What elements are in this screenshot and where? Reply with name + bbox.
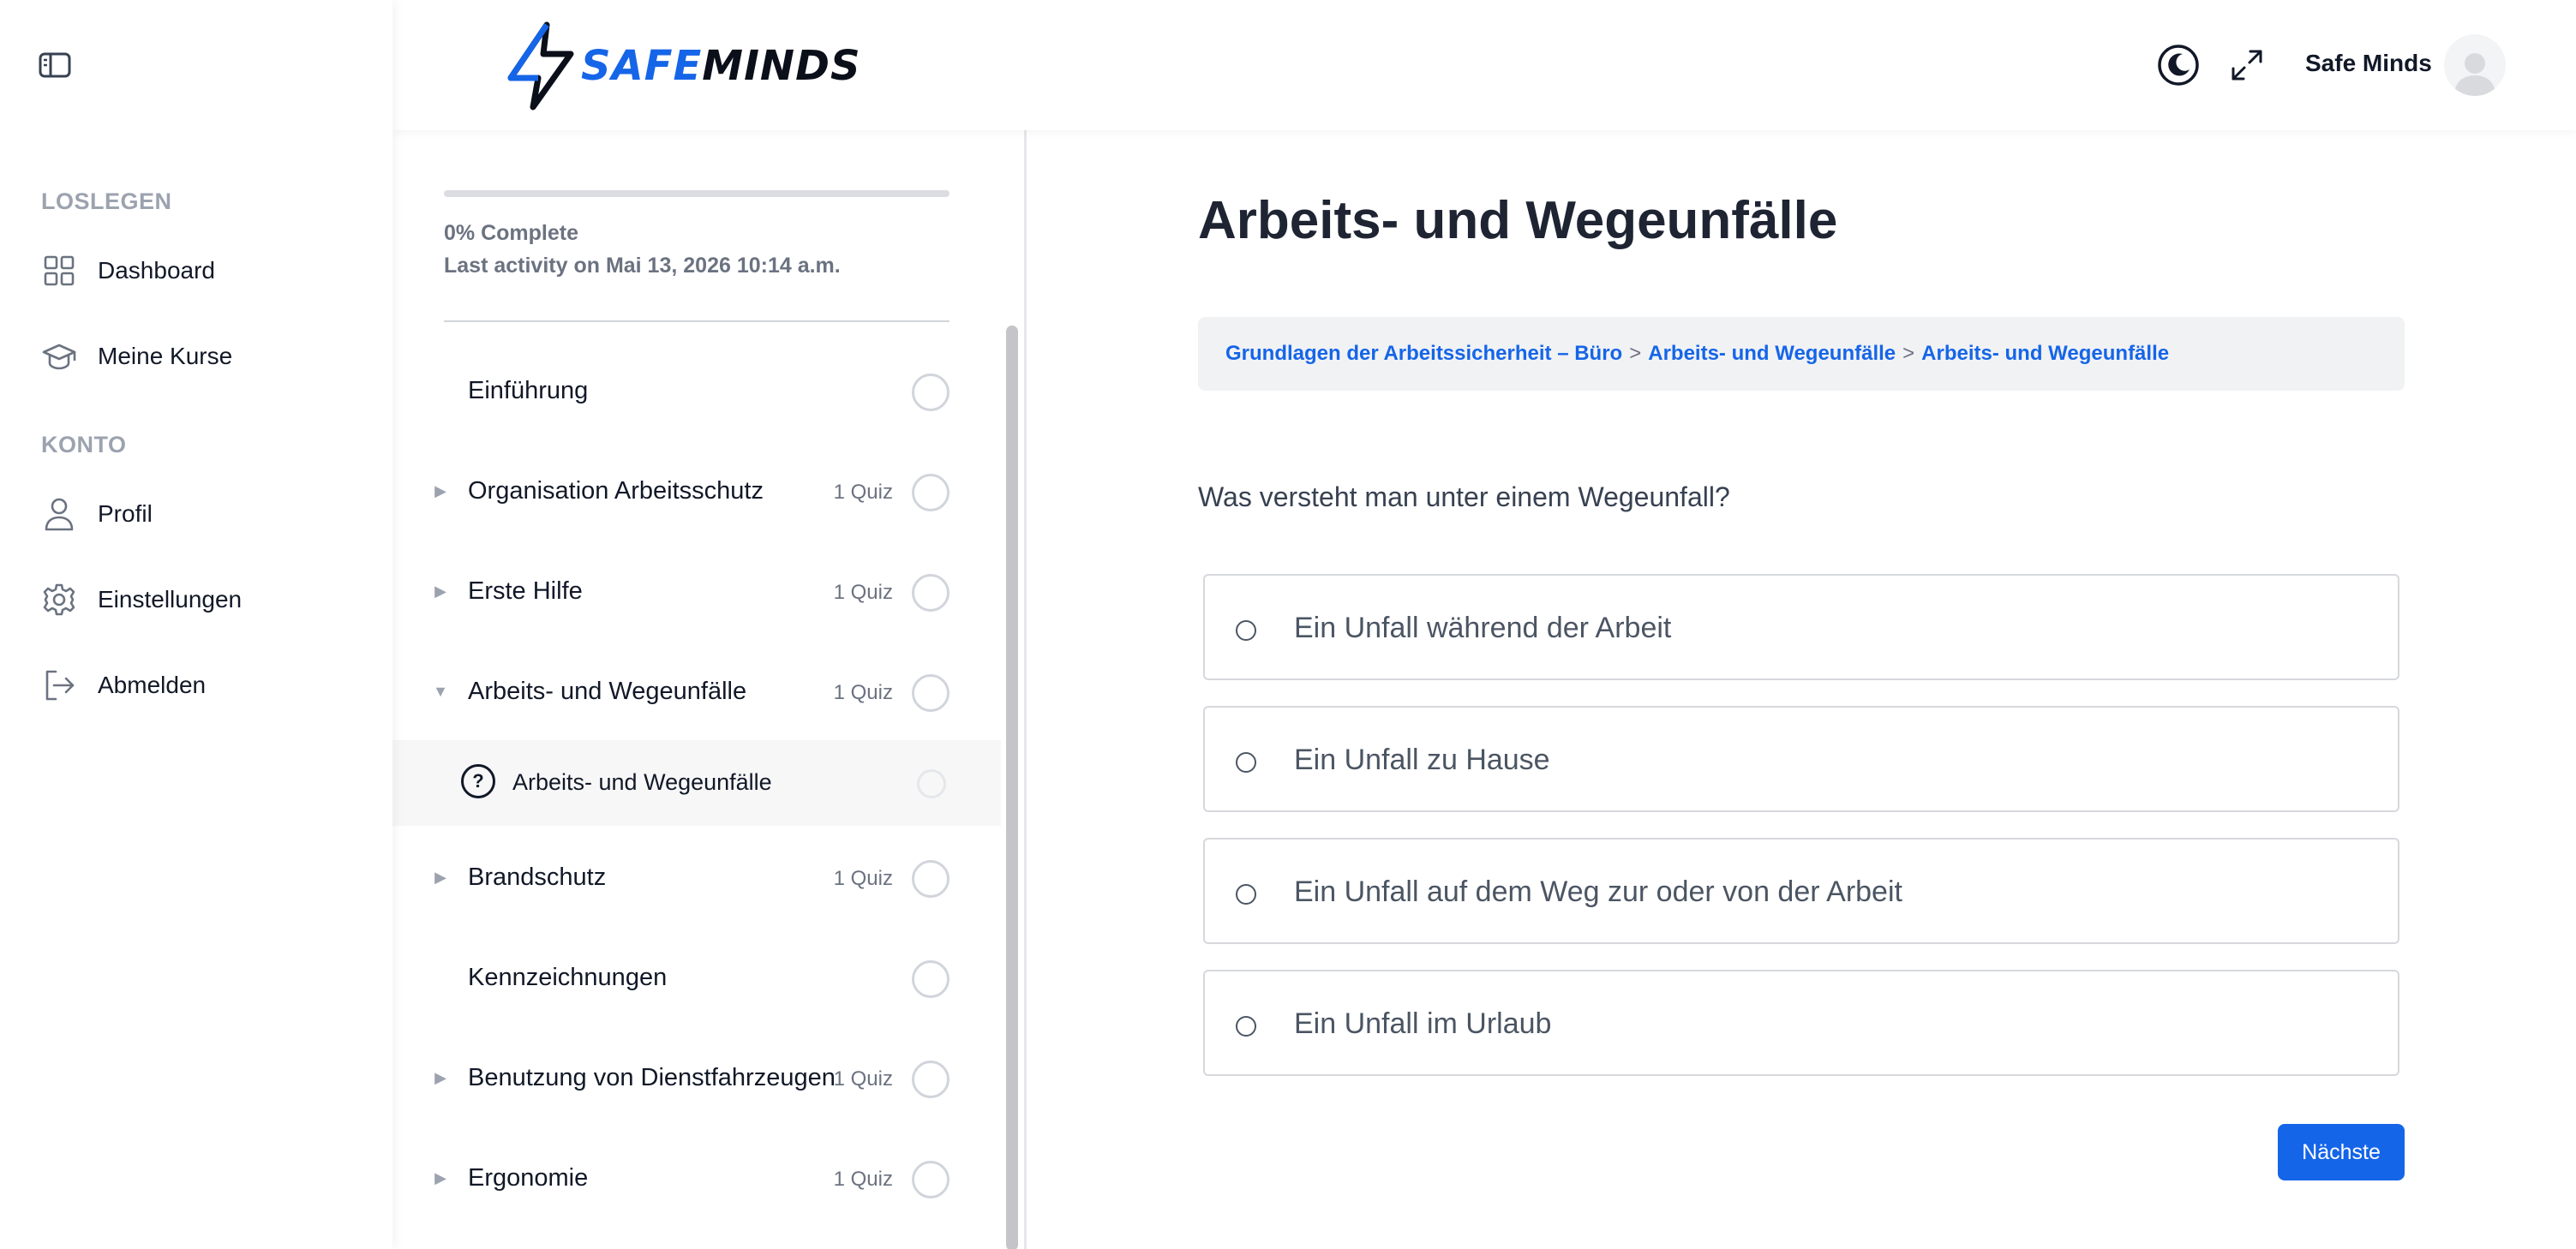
user-avatar-icon[interactable] — [2444, 34, 2506, 96]
caret-right-icon[interactable]: ▶ — [430, 867, 451, 887]
moon-icon[interactable] — [2156, 43, 2201, 87]
answer-option-2[interactable]: Ein Unfall zu Hause — [1203, 706, 2399, 812]
completion-status-icon — [912, 1061, 950, 1098]
nav-section-loslegen: LOSLEGEN — [41, 188, 172, 214]
gear-icon — [41, 582, 77, 618]
breadcrumb-link-quiz[interactable]: Arbeits- und Wegeunfälle — [1921, 342, 2169, 366]
completion-status-icon — [912, 1161, 950, 1198]
outline-item-brandschutz[interactable]: ▶ Brandschutz 1 Quiz — [392, 845, 1001, 913]
sidebar-item-label: Einstellungen — [98, 586, 243, 613]
completion-status-icon — [912, 674, 950, 712]
answer-option-1[interactable]: Ein Unfall während der Arbeit — [1203, 574, 2399, 680]
sidebar-item-label: Profil — [98, 500, 153, 527]
caret-right-icon[interactable]: ▶ — [430, 1067, 451, 1088]
quiz-count: 1 Quiz — [833, 581, 893, 604]
outline-item-title: Organisation Arbeitsschutz — [468, 477, 764, 505]
caret-right-icon[interactable]: ▶ — [430, 481, 451, 501]
lightning-logo-icon — [507, 21, 574, 111]
outline-item-title: Kennzeichnungen — [468, 964, 668, 991]
breadcrumb-separator: > — [1629, 342, 1642, 365]
outline-item-arbeits-und-wegeunfaelle[interactable]: ▼ Arbeits- und Wegeunfälle 1 Quiz — [392, 659, 1001, 727]
course-progress-bar — [444, 190, 950, 197]
outline-item-title: Einführung — [468, 377, 589, 404]
answer-option-3[interactable]: Ein Unfall auf dem Weg zur oder von der … — [1203, 838, 2399, 944]
completion-status-icon — [912, 374, 950, 411]
next-button[interactable]: Nächste — [2278, 1124, 2405, 1180]
logout-icon — [41, 667, 77, 703]
breadcrumb-link-lesson[interactable]: Arbeits- und Wegeunfälle — [1648, 342, 1896, 366]
caret-down-icon[interactable]: ▼ — [430, 681, 451, 702]
quiz-question: Was versteht man unter einem Wegeunfall? — [1198, 481, 1730, 512]
nav-section-konto: KONTO — [41, 432, 127, 457]
user-name[interactable]: Safe Minds — [2305, 50, 2432, 77]
radio-button[interactable] — [1236, 620, 1256, 641]
course-outline-panel: 0% Complete Last activity on Mai 13, 202… — [392, 130, 1027, 1249]
caret-right-icon[interactable]: ▶ — [430, 1168, 451, 1188]
user-icon — [41, 496, 77, 532]
sidebar-item-einstellungen[interactable]: Einstellungen — [41, 574, 367, 625]
outline-item-einfuehrung[interactable]: Einführung — [392, 358, 1001, 427]
outline-item-title: Erste Hilfe — [468, 577, 583, 605]
answer-option-4[interactable]: Ein Unfall im Urlaub — [1203, 970, 2399, 1076]
expand-icon[interactable] — [2225, 43, 2269, 87]
outline-item-title: Ergonomie — [468, 1164, 589, 1192]
breadcrumb-link-course[interactable]: Grundlagen der Arbeitssicherheit – Büro — [1225, 342, 1622, 366]
outline-item-ergonomie[interactable]: ▶ Ergonomie 1 Quiz — [392, 1145, 1001, 1214]
outline-item-title: Brandschutz — [468, 864, 607, 891]
outline-subitem-title: Arbeits- und Wegeunfälle — [512, 769, 772, 795]
sidebar-item-abmelden[interactable]: Abmelden — [41, 660, 367, 711]
sidebar-item-profil[interactable]: Profil — [41, 488, 367, 540]
completion-status-icon — [912, 574, 950, 612]
outline-subitem-active-quiz[interactable]: ? Arbeits- und Wegeunfälle — [392, 740, 1001, 826]
sidebar-toggle-icon[interactable] — [38, 51, 72, 79]
quiz-count: 1 Quiz — [833, 1067, 893, 1091]
outline-item-erste-hilfe[interactable]: ▶ Erste Hilfe 1 Quiz — [392, 559, 1001, 627]
outline-item-title: Benutzung von Dienstfahrzeugen — [468, 1064, 836, 1091]
answer-text: Ein Unfall während der Arbeit — [1294, 612, 1672, 644]
caret-right-icon[interactable]: ▶ — [430, 581, 451, 601]
quiz-count: 1 Quiz — [833, 481, 893, 504]
outline-item-kennzeichnungen[interactable]: Kennzeichnungen — [392, 945, 1001, 1013]
radio-button[interactable] — [1236, 752, 1256, 773]
sidebar-item-dashboard[interactable]: Dashboard — [41, 245, 367, 296]
quiz-count: 1 Quiz — [833, 1168, 893, 1191]
completion-status-icon — [917, 769, 946, 798]
logo-text-minds: MINDS — [702, 42, 861, 90]
sidebar-item-label: Meine Kurse — [98, 343, 233, 369]
outline-item-dienstfahrzeuge[interactable]: ▶ Benutzung von Dienstfahrzeugen 1 Quiz — [392, 1045, 1001, 1114]
graduation-cap-icon — [41, 338, 77, 374]
sidebar-item-meine-kurse[interactable]: Meine Kurse — [41, 331, 367, 382]
safeminds-logo[interactable]: SAFEMINDS — [504, 19, 861, 113]
sidebar-item-label: Dashboard — [98, 257, 215, 284]
sidebar-item-label: Abmelden — [98, 672, 207, 698]
outline-item-organisation-arbeitsschutz[interactable]: ▶ Organisation Arbeitsschutz 1 Quiz — [392, 458, 1001, 527]
radio-button[interactable] — [1236, 884, 1256, 905]
page-title: Arbeits- und Wegeunfälle — [1198, 191, 1838, 250]
top-header: SAFEMINDS Safe Minds — [392, 0, 2576, 130]
answer-text: Ein Unfall im Urlaub — [1294, 1007, 1552, 1040]
outline-divider — [444, 320, 950, 322]
last-activity-label: Last activity on Mai 13, 2026 10:14 a.m. — [444, 254, 841, 278]
main-sidebar: LOSLEGEN Dashboard Meine Kurse KONTO Pro… — [0, 0, 392, 1249]
quiz-count: 1 Quiz — [833, 867, 893, 890]
progress-label: 0% Complete — [444, 221, 578, 245]
outline-item-title: Arbeits- und Wegeunfälle — [468, 678, 747, 705]
outline-scrollbar-thumb[interactable] — [1006, 326, 1018, 1249]
question-circle-icon: ? — [461, 764, 495, 798]
answer-text: Ein Unfall zu Hause — [1294, 744, 1550, 776]
grid-icon — [41, 253, 77, 289]
breadcrumb-separator: > — [1902, 342, 1915, 365]
breadcrumb: Grundlagen der Arbeitssicherheit – Büro … — [1198, 317, 2405, 391]
logo-text-safe: SAFE — [581, 42, 703, 90]
quiz-count: 1 Quiz — [833, 681, 893, 704]
completion-status-icon — [912, 860, 950, 898]
radio-button[interactable] — [1236, 1016, 1256, 1037]
answer-text: Ein Unfall auf dem Weg zur oder von der … — [1294, 875, 1902, 908]
completion-status-icon — [912, 960, 950, 998]
completion-status-icon — [912, 474, 950, 511]
